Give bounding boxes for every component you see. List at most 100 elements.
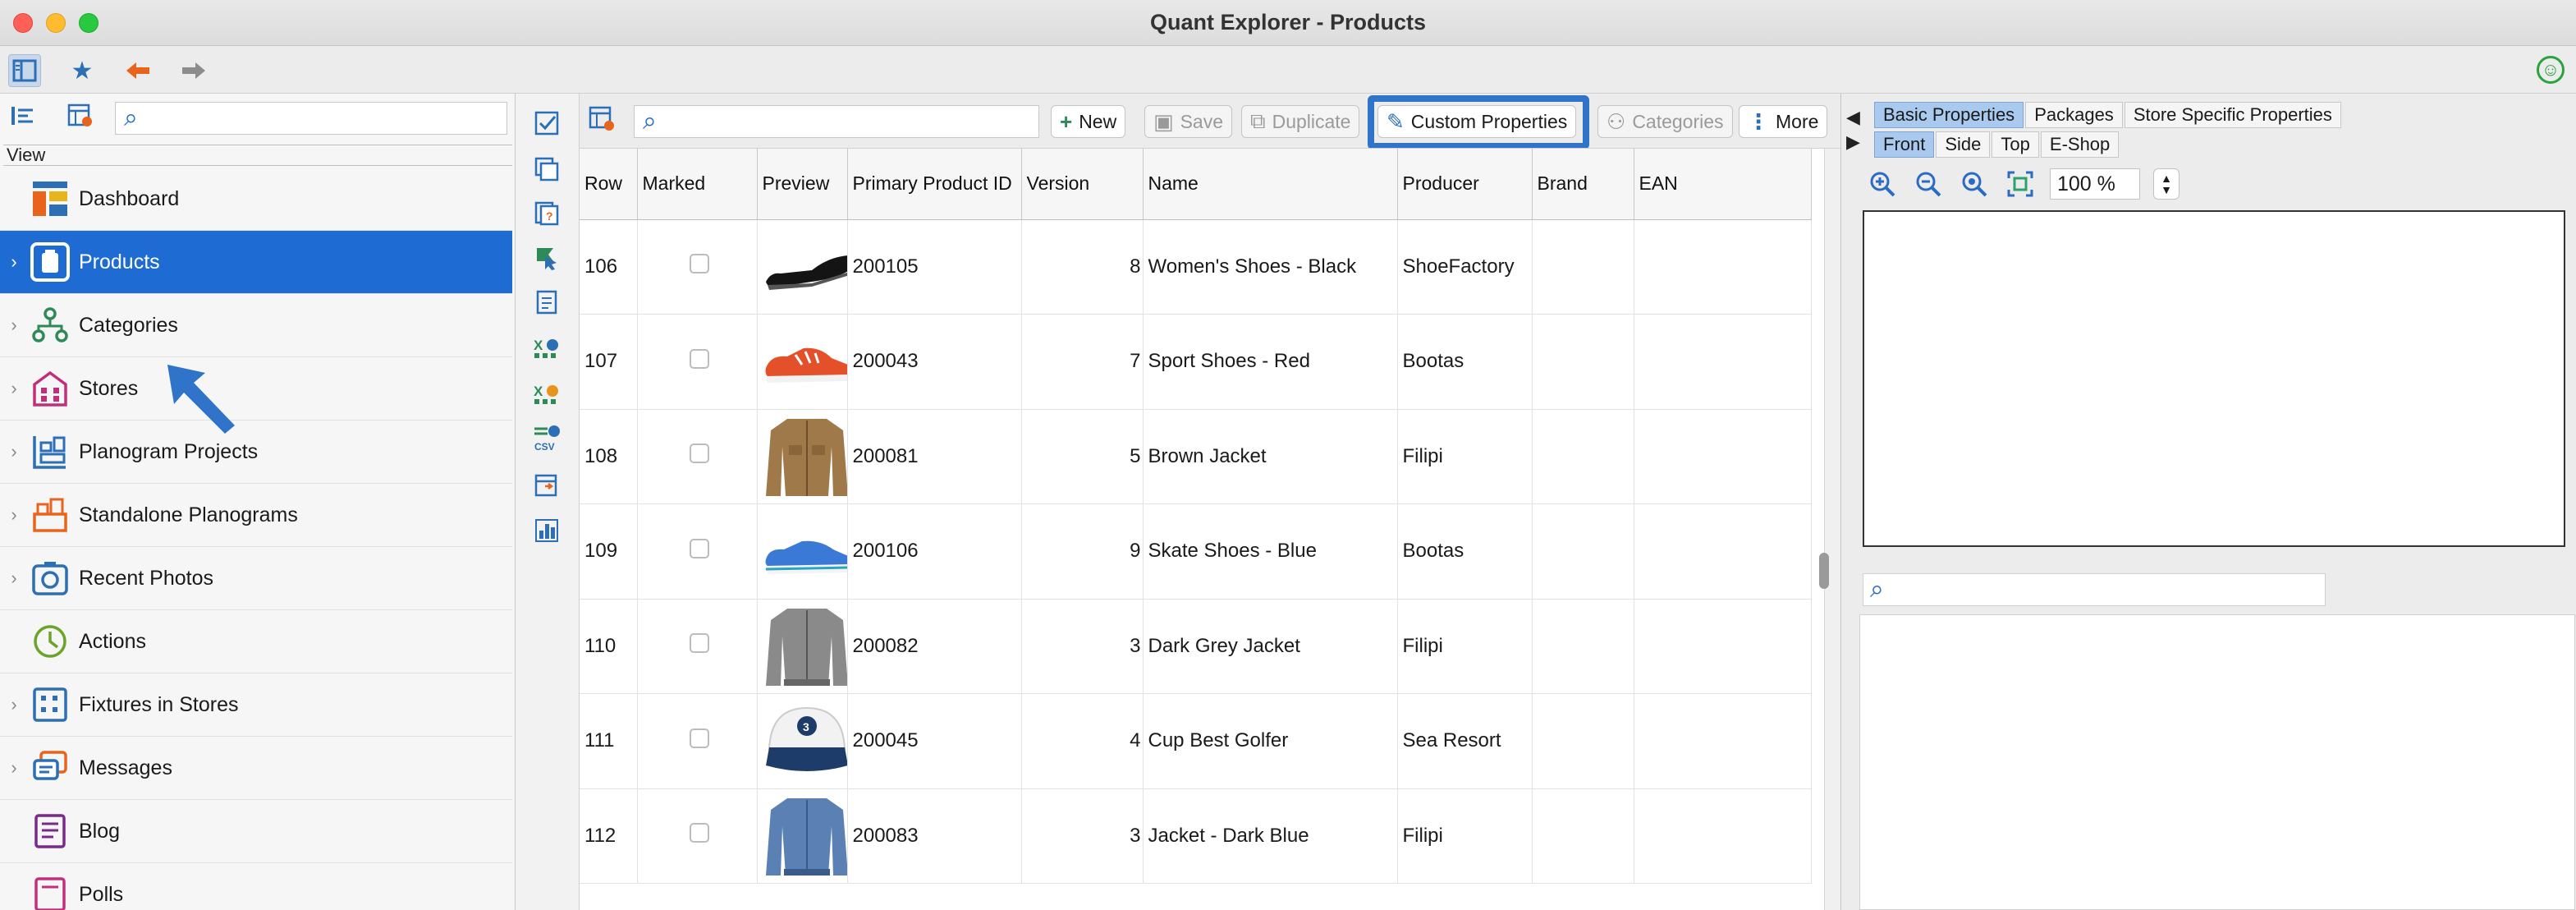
sidebar-toggle-icon[interactable] <box>8 54 41 87</box>
duplicate-button[interactable]: ⧉ Duplicate <box>1241 105 1360 138</box>
zoom-level-field[interactable]: 100 % <box>2050 168 2140 200</box>
chevron-right-icon[interactable]: › <box>0 378 28 399</box>
marked-checkbox[interactable] <box>690 348 709 369</box>
table-row[interactable]: 110 200082 3 Dark Grey Jacket Filipi <box>580 599 1812 694</box>
nav-item-recent-photos[interactable]: › Recent Photos <box>0 547 512 610</box>
cell-ean <box>1634 503 1812 600</box>
marked-checkbox[interactable] <box>690 254 709 274</box>
nav-item-fixtures-in-stores[interactable]: › Fixtures in Stores <box>0 673 512 737</box>
nav-item-categories[interactable]: › Categories <box>0 294 512 357</box>
nav-item-label: Planogram Projects <box>79 439 259 463</box>
smiley-icon[interactable]: ☺ <box>2537 56 2565 84</box>
more-button[interactable]: ⋮ More <box>1739 105 1828 138</box>
marked-checkbox[interactable] <box>690 444 709 464</box>
chevron-right-icon[interactable]: › <box>0 568 28 589</box>
chevron-right-icon[interactable]: › <box>0 315 28 336</box>
tab-side[interactable]: Side <box>1936 131 1991 158</box>
properties-panel: ◀ ▶ Basic Properties Packages Store Spec… <box>1840 94 2576 910</box>
tab-front[interactable]: Front <box>1874 131 1935 158</box>
zoom-out-icon[interactable] <box>1912 168 1945 200</box>
collapse-nav-icon[interactable] <box>10 103 34 134</box>
nav-item-planogram-projects[interactable]: › Planogram Projects <box>0 421 512 484</box>
chevron-right-icon[interactable]: › <box>0 694 28 715</box>
marked-checkbox[interactable] <box>690 633 709 654</box>
table-scroll-track[interactable] <box>1824 149 1840 910</box>
stores-icon <box>28 366 72 411</box>
collapse-left-icon[interactable]: ◀ <box>1846 107 1860 128</box>
chevron-up-icon[interactable]: ▲ <box>2161 172 2172 184</box>
flag-cursor-icon[interactable] <box>530 241 563 274</box>
column-header-row[interactable]: Row <box>580 149 638 220</box>
zoom-stepper[interactable]: ▲ ▼ <box>2153 168 2180 200</box>
excel-import-icon[interactable]: X <box>530 332 563 365</box>
expand-right-icon[interactable]: ▶ <box>1846 131 1860 153</box>
chevron-right-icon[interactable]: › <box>0 251 28 273</box>
select-all-icon[interactable] <box>530 107 563 140</box>
table-settings-icon[interactable] <box>67 103 94 134</box>
excel-export-icon[interactable]: X <box>530 378 563 411</box>
nav-item-stores[interactable]: › Stores <box>0 357 512 421</box>
csv-import-icon[interactable]: CSV <box>530 422 563 455</box>
properties-search-input[interactable]: ⌕ <box>1863 573 2326 606</box>
nav-item-polls[interactable]: Polls <box>0 863 512 910</box>
column-header-ean[interactable]: EAN <box>1634 149 1812 220</box>
tab-packages[interactable]: Packages <box>2025 102 2123 128</box>
nav-item-blog[interactable]: Blog <box>0 800 512 863</box>
table-row[interactable]: 109 200106 9 Skate Shoes - Blue Bootas <box>580 503 1812 600</box>
document-list-icon[interactable] <box>530 286 563 319</box>
table-row[interactable]: 107 200043 7 Sport Shoes - Red Bootas <box>580 314 1812 410</box>
help-doc-icon[interactable]: ? <box>530 197 563 230</box>
table-row[interactable]: 106 200105 8 Women's Shoes - Black ShoeF… <box>580 219 1812 315</box>
red-shoe-image <box>765 348 846 384</box>
svg-text:X: X <box>534 338 543 353</box>
column-header-preview[interactable]: Preview <box>757 149 848 220</box>
column-header-marked[interactable]: Marked <box>637 149 758 220</box>
marked-checkbox[interactable] <box>690 538 709 558</box>
zoom-reset-icon[interactable] <box>1958 168 1991 200</box>
nav-search-input[interactable]: ⌕ <box>115 102 507 135</box>
table-row[interactable]: 108 200081 5 Brown Jacket Filipi <box>580 409 1812 504</box>
bar-chart-icon[interactable] <box>530 514 563 547</box>
zoom-in-icon[interactable] <box>1866 168 1899 200</box>
back-arrow-icon[interactable] <box>121 54 154 87</box>
table-settings-icon[interactable] <box>588 105 616 137</box>
table-row[interactable]: 112 200083 3 Jacket - Dark Blue Filipi <box>580 788 1812 884</box>
marked-checkbox[interactable] <box>690 728 709 748</box>
cell-name: Dark Grey Jacket <box>1143 599 1398 694</box>
tab-store-specific-properties[interactable]: Store Specific Properties <box>2124 102 2341 128</box>
tab-top[interactable]: Top <box>1992 131 2039 158</box>
cell-version: 7 <box>1021 314 1144 410</box>
forward-arrow-icon[interactable] <box>177 54 210 87</box>
column-header-brand[interactable]: Brand <box>1532 149 1634 220</box>
chevron-right-icon[interactable]: › <box>0 504 28 526</box>
star-icon[interactable]: ★ <box>66 54 99 87</box>
column-header-name[interactable]: Name <box>1143 149 1398 220</box>
tab-e-shop[interactable]: E-Shop <box>2040 131 2120 158</box>
products-search-input[interactable]: ⌕ <box>634 105 1039 138</box>
column-header-primary-product-id[interactable]: Primary Product ID <box>847 149 1022 220</box>
table-scrollbar-thumb[interactable] <box>1819 553 1829 589</box>
nav-item-dashboard[interactable]: Dashboard <box>0 168 512 231</box>
save-button[interactable]: ▣ Save <box>1144 105 1233 138</box>
nav-item-products[interactable]: › Products <box>0 231 512 294</box>
polls-icon <box>28 872 72 910</box>
marked-checkbox[interactable] <box>690 823 709 843</box>
nav-item-actions[interactable]: Actions <box>0 610 512 673</box>
copy-icon[interactable] <box>530 153 563 186</box>
column-header-producer[interactable]: Producer <box>1397 149 1533 220</box>
chevron-right-icon[interactable]: › <box>0 757 28 779</box>
products-panel: ⌕ + New ▣ Save ⧉ Duplicate ✎ Custom Prop… <box>580 94 1840 910</box>
fit-to-screen-icon[interactable] <box>2004 168 2037 200</box>
column-header-version[interactable]: Version <box>1021 149 1144 220</box>
chevron-right-icon[interactable]: › <box>0 441 28 462</box>
cell-row: 109 <box>580 503 638 600</box>
nav-item-standalone-planograms[interactable]: › Standalone Planograms <box>0 484 512 547</box>
new-button[interactable]: + New <box>1051 105 1126 138</box>
table-row[interactable]: 111 3 200045 4 Cup Best Golfer Sea Resor… <box>580 693 1812 789</box>
categories-button[interactable]: ⚇ Categories <box>1597 105 1733 138</box>
table-transfer-icon[interactable] <box>530 470 563 503</box>
tab-basic-properties[interactable]: Basic Properties <box>1874 102 2024 128</box>
chevron-down-icon[interactable]: ▼ <box>2161 184 2172 195</box>
nav-item-messages[interactable]: › Messages <box>0 737 512 800</box>
cell-brand <box>1532 314 1634 410</box>
